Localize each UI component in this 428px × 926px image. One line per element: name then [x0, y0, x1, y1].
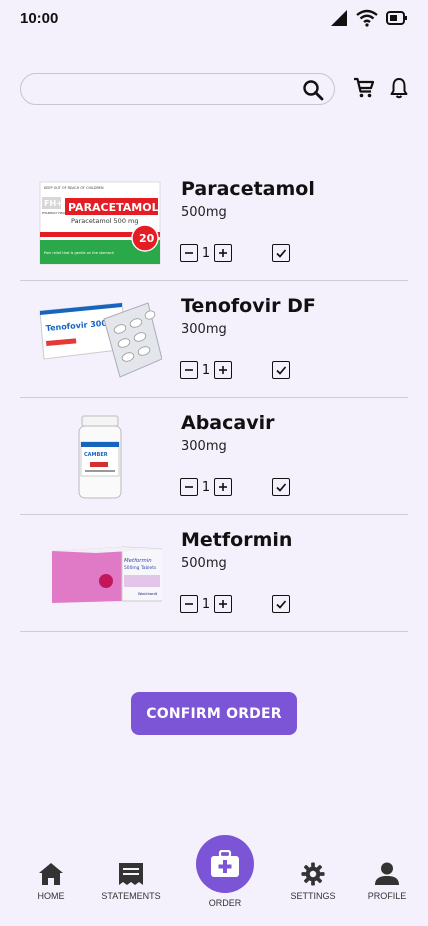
checkmark-icon: [276, 483, 287, 492]
nav-order[interactable]: [196, 835, 254, 893]
increment-button[interactable]: [214, 361, 232, 379]
tenofovir-pack-image: Tenofovir 300: [39, 302, 162, 378]
paracetamol-pack-image: KEEP OUT OF REACH OF CHILDREN FH+ PHARMA…: [39, 181, 161, 265]
abacavir-bottle-image: CAMBER: [78, 415, 122, 499]
nav-label: ORDER: [208, 898, 242, 908]
plus-icon: [219, 483, 227, 491]
metformin-pack-image: Metformin 500mg Tablets Wockhardt: [52, 546, 162, 603]
person-icon: [375, 862, 399, 885]
gear-icon: [301, 862, 325, 886]
nav-statements[interactable]: STATEMENTS: [91, 862, 171, 901]
list-item: KEEP OUT OF REACH OF CHILDREN FH+ PHARMA…: [20, 164, 408, 281]
wifi-icon: [356, 9, 378, 27]
item-name: Abacavir: [181, 412, 275, 434]
list-item: Metformin 500mg Tablets Wockhardt Metfor…: [20, 515, 408, 632]
increment-button[interactable]: [214, 595, 232, 613]
item-name: Metformin: [181, 529, 293, 551]
nav-label: HOME: [37, 891, 65, 901]
pack-text: Paracetamol 500 mg: [71, 217, 138, 225]
status-time: 10:00: [20, 9, 59, 27]
decrement-button[interactable]: [180, 244, 198, 262]
pack-text: KEEP OUT OF REACH OF CHILDREN: [44, 186, 104, 190]
minus-icon: [185, 603, 193, 605]
quantity-value: 1: [201, 362, 211, 378]
list-item: CAMBER Abacavir 300mg 1: [20, 398, 408, 515]
quantity-stepper: 1: [180, 595, 232, 613]
increment-button[interactable]: [214, 244, 232, 262]
item-dose: 500mg: [181, 556, 227, 571]
quantity-stepper: 1: [180, 361, 232, 379]
search-icon[interactable]: [302, 79, 324, 101]
cart-icon[interactable]: [353, 77, 375, 99]
pack-text: Wockhardt: [138, 592, 158, 596]
plus-icon: [219, 600, 227, 608]
minus-icon: [185, 486, 193, 488]
pack-text: PARACETAMOL: [68, 201, 159, 214]
plus-icon: [219, 249, 227, 257]
pack-text: FH+: [44, 199, 63, 208]
status-icons: [330, 9, 408, 27]
checkmark-icon: [276, 249, 287, 258]
home-icon: [39, 863, 63, 885]
item-dose: 300mg: [181, 322, 227, 337]
minus-icon: [185, 369, 193, 371]
list-item: Tenofovir 300 Tenofovir DF 300mg 1: [20, 281, 408, 398]
checkmark-icon: [276, 366, 287, 375]
nav-label: STATEMENTS: [101, 891, 161, 901]
status-bar: 10:00: [0, 0, 428, 36]
nav-label: SETTINGS: [290, 891, 336, 901]
pack-text: Pain relief that is gentle on the stomac…: [44, 251, 114, 255]
pack-text: 20: [139, 232, 155, 245]
item-dose: 300mg: [181, 439, 227, 454]
search-input[interactable]: [21, 74, 334, 104]
top-bar: [20, 73, 412, 105]
pack-text: Metformin: [124, 558, 152, 564]
select-checkbox[interactable]: [272, 595, 290, 613]
decrement-button[interactable]: [180, 361, 198, 379]
checkmark-icon: [276, 600, 287, 609]
nav-settings[interactable]: SETTINGS: [273, 862, 353, 901]
decrement-button[interactable]: [180, 478, 198, 496]
increment-button[interactable]: [214, 478, 232, 496]
decrement-button[interactable]: [180, 595, 198, 613]
quantity-value: 1: [201, 245, 211, 261]
quantity-stepper: 1: [180, 478, 232, 496]
bottom-nav: HOME STATEMENTS ORDER SETTINGS PROFILE: [0, 830, 428, 926]
search-box[interactable]: [20, 73, 335, 105]
nav-profile[interactable]: PROFILE: [347, 862, 427, 901]
battery-icon: [386, 11, 407, 25]
item-dose: 500mg: [181, 205, 227, 220]
select-checkbox[interactable]: [272, 478, 290, 496]
minus-icon: [185, 252, 193, 254]
medical-bag-icon: [211, 850, 239, 877]
select-checkbox[interactable]: [272, 244, 290, 262]
plus-icon: [219, 366, 227, 374]
nav-home[interactable]: HOME: [11, 862, 91, 901]
select-checkbox[interactable]: [272, 361, 290, 379]
item-name: Tenofovir DF: [181, 295, 316, 317]
nav-label: PROFILE: [367, 891, 407, 901]
confirm-order-button[interactable]: CONFIRM ORDER: [131, 692, 297, 735]
signal-icon: [331, 10, 347, 26]
quantity-value: 1: [201, 596, 211, 612]
medicine-list: KEEP OUT OF REACH OF CHILDREN FH+ PHARMA…: [20, 164, 408, 632]
quantity-value: 1: [201, 479, 211, 495]
item-name: Paracetamol: [181, 178, 315, 200]
bell-icon[interactable]: [388, 77, 410, 99]
pack-text: CAMBER: [84, 452, 108, 458]
pack-text: 500mg Tablets: [124, 565, 157, 571]
quantity-stepper: 1: [180, 244, 232, 262]
receipt-icon: [119, 863, 143, 885]
